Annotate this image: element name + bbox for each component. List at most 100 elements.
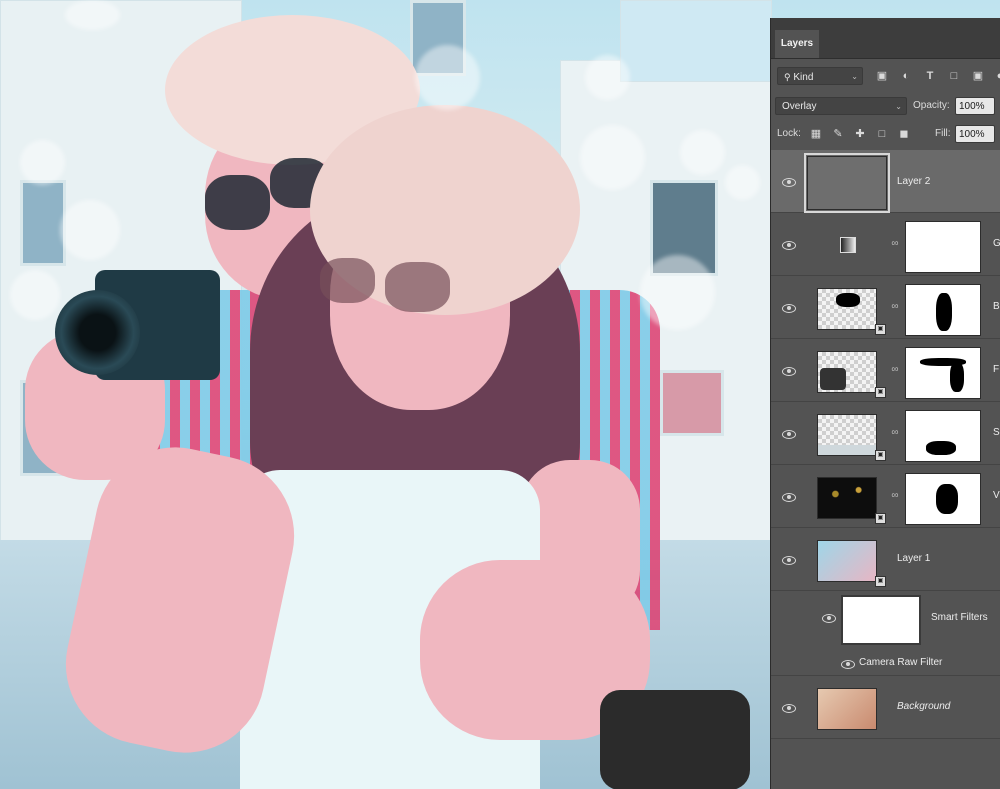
mask-shape <box>926 441 956 455</box>
bokeh <box>580 125 645 190</box>
visibility-eye-icon[interactable] <box>841 659 855 669</box>
filter-kind-dropdown[interactable]: ⚲ Kind ⌄ <box>777 67 863 85</box>
layer-name[interactable]: B <box>993 300 1000 314</box>
smart-filter-mask-thumbnail[interactable] <box>841 595 921 645</box>
link-chain-icon[interactable]: ∞ <box>891 363 899 377</box>
lock-artboard-icon[interactable]: □ <box>875 127 889 141</box>
bokeh <box>680 130 725 175</box>
lock-brush-icon[interactable]: ✎ <box>831 127 845 141</box>
building-top-right <box>620 0 772 82</box>
layer-mask-thumbnail[interactable] <box>905 473 981 525</box>
lock-move-icon[interactable]: ✚ <box>853 127 867 141</box>
filter-kind-label: Kind <box>793 72 814 83</box>
layer-name[interactable]: S <box>993 426 1000 440</box>
chevron-down-icon: ⌄ <box>851 72 858 81</box>
chevron-down-icon: ⌄ <box>895 102 902 111</box>
man-sunglasses <box>205 175 270 230</box>
camera-lens <box>55 290 140 375</box>
layer-thumbnail[interactable] <box>817 351 877 393</box>
blend-mode-value: Overlay <box>782 101 817 112</box>
visibility-eye-icon[interactable] <box>782 703 796 713</box>
visibility-eye-icon[interactable] <box>782 492 796 502</box>
layer-mask-thumbnail[interactable] <box>905 410 981 462</box>
visibility-eye-icon[interactable] <box>782 429 796 439</box>
gradient-adjustment-icon <box>840 237 856 253</box>
link-chain-icon[interactable]: ∞ <box>891 237 899 251</box>
bokeh <box>65 0 120 30</box>
smart-filters-row[interactable]: Smart Filters <box>771 591 1000 651</box>
filter-toggle-icon[interactable]: ● <box>993 69 1000 83</box>
visibility-eye-icon[interactable] <box>782 240 796 250</box>
link-chain-icon[interactable]: ∞ <box>891 300 899 314</box>
layer-name[interactable]: Layer 2 <box>897 175 930 189</box>
layer-name[interactable]: G <box>993 237 1000 251</box>
layers-panel: Layers ⚲ Kind ⌄ ▣ ◐ T □ ▣ ● Overlay ⌄ Op… <box>770 18 1000 789</box>
filter-shape-icon[interactable]: □ <box>947 69 961 83</box>
visibility-eye-icon[interactable] <box>822 613 836 623</box>
smart-object-badge-icon: ▣ <box>875 450 886 461</box>
smart-object-badge-icon: ▣ <box>875 324 886 335</box>
layer-name[interactable]: V <box>993 489 1000 503</box>
layer-thumbnail[interactable] <box>817 288 877 330</box>
visibility-eye-icon[interactable] <box>782 303 796 313</box>
smart-filters-label[interactable]: Smart Filters <box>931 611 988 625</box>
lock-all-icon[interactable]: ◼ <box>897 127 911 141</box>
blend-mode-dropdown[interactable]: Overlay ⌄ <box>775 97 907 115</box>
layer-row-f[interactable]: ▣ ∞ F <box>771 339 1000 402</box>
fill-input[interactable]: 100% <box>955 125 995 143</box>
layer-thumbnail[interactable] <box>804 153 890 213</box>
layer-mask-thumbnail[interactable] <box>905 221 981 273</box>
tab-layers[interactable]: Layers <box>775 30 819 58</box>
mask-shape <box>936 293 952 331</box>
layer-name[interactable]: Background <box>897 700 950 714</box>
opacity-input[interactable]: 100% <box>955 97 995 115</box>
layer-thumbnail[interactable] <box>817 477 877 519</box>
fill-label: Fill: <box>935 128 951 139</box>
bokeh <box>585 55 630 100</box>
panel-tab-bar: Layers <box>771 18 1000 59</box>
woman-sunglasses-right <box>385 262 450 312</box>
layer-name[interactable]: Layer 1 <box>897 552 930 566</box>
layer-row-layer-2[interactable]: Layer 2 <box>771 150 1000 213</box>
camera-raw-filter-row[interactable]: Camera Raw Filter <box>771 651 1000 676</box>
layers-list: Layer 2 ∞ G ▣ ∞ B ▣ ∞ F ▣ ∞ S ▣ ∞ V ▣ La… <box>771 150 1000 789</box>
bokeh <box>415 45 480 110</box>
bokeh <box>60 200 120 260</box>
filter-pixel-icon[interactable]: ▣ <box>875 69 889 83</box>
link-chain-icon[interactable]: ∞ <box>891 489 899 503</box>
layer-thumbnail[interactable] <box>817 540 877 582</box>
opacity-label: Opacity: <box>913 100 950 111</box>
layer-row-s[interactable]: ▣ ∞ S <box>771 402 1000 465</box>
mask-shape <box>936 484 958 514</box>
bokeh <box>725 165 760 200</box>
window <box>20 180 66 266</box>
layer-name[interactable]: F <box>993 363 999 377</box>
layer-mask-thumbnail[interactable] <box>905 347 981 399</box>
lock-row: Lock: ▦ ✎ ✚ □ ◼ Fill: 100% <box>771 124 1000 150</box>
link-chain-icon[interactable]: ∞ <box>891 426 899 440</box>
search-icon: ⚲ <box>784 72 791 82</box>
camera-raw-filter-label[interactable]: Camera Raw Filter <box>859 656 942 670</box>
visibility-eye-icon[interactable] <box>782 366 796 376</box>
layer-thumbnail[interactable] <box>817 688 877 730</box>
layer-row-gradient[interactable]: ∞ G <box>771 213 1000 276</box>
visibility-eye-icon[interactable] <box>782 177 796 187</box>
layer-row-b[interactable]: ▣ ∞ B <box>771 276 1000 339</box>
blend-row: Overlay ⌄ Opacity: 100% <box>771 96 1000 122</box>
layer-mask-thumbnail[interactable] <box>905 284 981 336</box>
layer-thumbnail[interactable] <box>817 414 877 456</box>
visibility-eye-icon[interactable] <box>782 555 796 565</box>
camera-bag <box>600 690 750 789</box>
thumb-shape <box>836 293 860 307</box>
layer-row-v[interactable]: ▣ ∞ V <box>771 465 1000 528</box>
layer-row-background[interactable]: Background <box>771 676 1000 739</box>
lock-transparent-icon[interactable]: ▦ <box>809 127 823 141</box>
layer-row-layer-1[interactable]: ▣ Layer 1 <box>771 528 1000 591</box>
filter-type-icon[interactable]: T <box>923 69 937 83</box>
filter-smart-object-icon[interactable]: ▣ <box>971 69 985 83</box>
filter-row: ⚲ Kind ⌄ ▣ ◐ T □ ▣ ● <box>771 66 1000 92</box>
filter-adjustment-icon[interactable]: ◐ <box>899 69 913 83</box>
bokeh <box>10 270 60 320</box>
lock-label: Lock: <box>777 128 801 139</box>
smart-object-badge-icon: ▣ <box>875 576 886 587</box>
